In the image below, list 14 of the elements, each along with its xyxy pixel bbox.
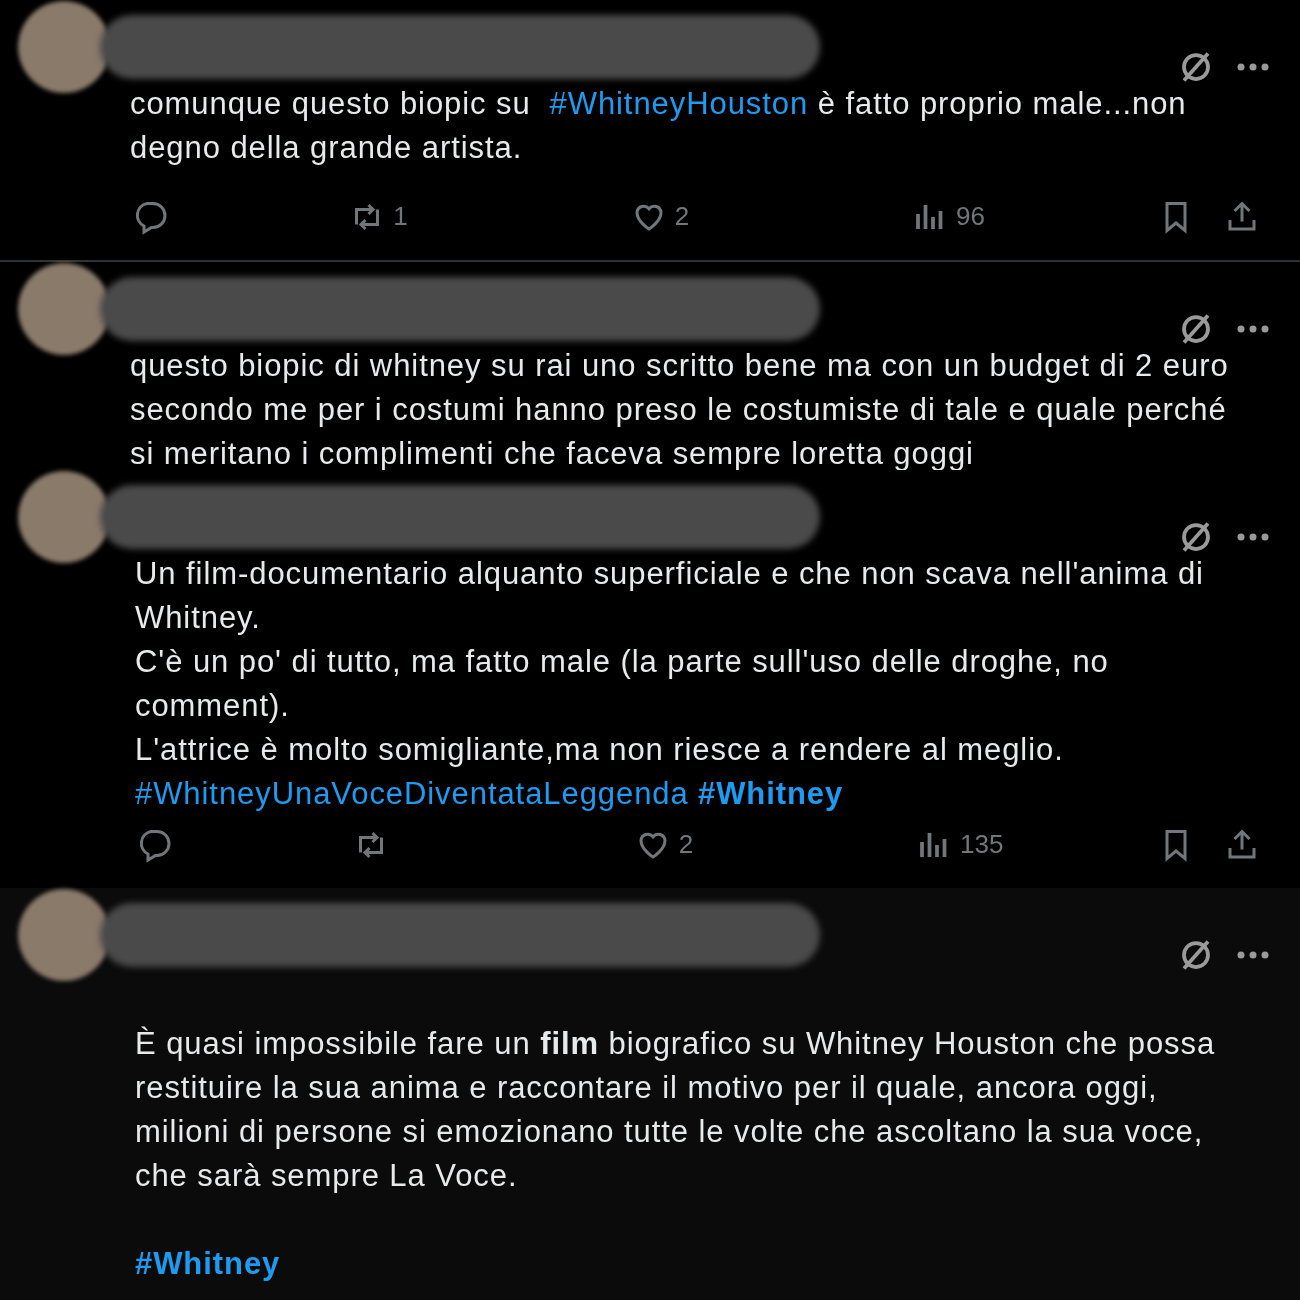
more-options-icon[interactable]	[1236, 324, 1270, 334]
tweet-text: questo biopic di whitney su rai uno scritto bene ma con un budget di 2 euro secondo me per i costumi hanno preso le costumiste di tale e quale perché si meritano i complimenti che faceva sempre loretta goggi	[130, 347, 1229, 473]
tweet-text: È quasi impossibile fare un film biografico su Whitney Houston che possa restituire la sua anima e raccontare il motivo per il quale, ancora oggi, milioni di persone si emozionano tutte le volte che ascoltano la sua voce, che sarà sempre La Voce.	[135, 1025, 1216, 1195]
more-options-icon[interactable]	[1236, 950, 1270, 960]
tweet-text: Un film-documentario alquanto superficiale e che non scava nell'anima di Whitney. C'è un po' di tutto, ma fatto male (la parte sull'uso delle droghe, no comment). L'attrice è molto somigliante,ma non riesce a rendere al meglio. #WhitneyUnaVoceDiventataLeggenda #Whitney	[135, 555, 1204, 813]
views-button[interactable]: 135	[916, 825, 1016, 864]
retweet-button[interactable]: 1	[349, 197, 450, 236]
more-options-icon[interactable]	[1236, 62, 1270, 72]
tweet-text: comunque questo biopic su #WhitneyHouston è fatto proprio male...non degno della grande artista.	[130, 85, 1187, 167]
views-button[interactable]: 96	[912, 197, 1012, 236]
like-button[interactable]: 2	[630, 197, 731, 236]
like-button[interactable]: 2	[634, 825, 735, 864]
tweet-text: #Whitney	[135, 1245, 281, 1283]
more-options-icon[interactable]	[1236, 532, 1270, 542]
